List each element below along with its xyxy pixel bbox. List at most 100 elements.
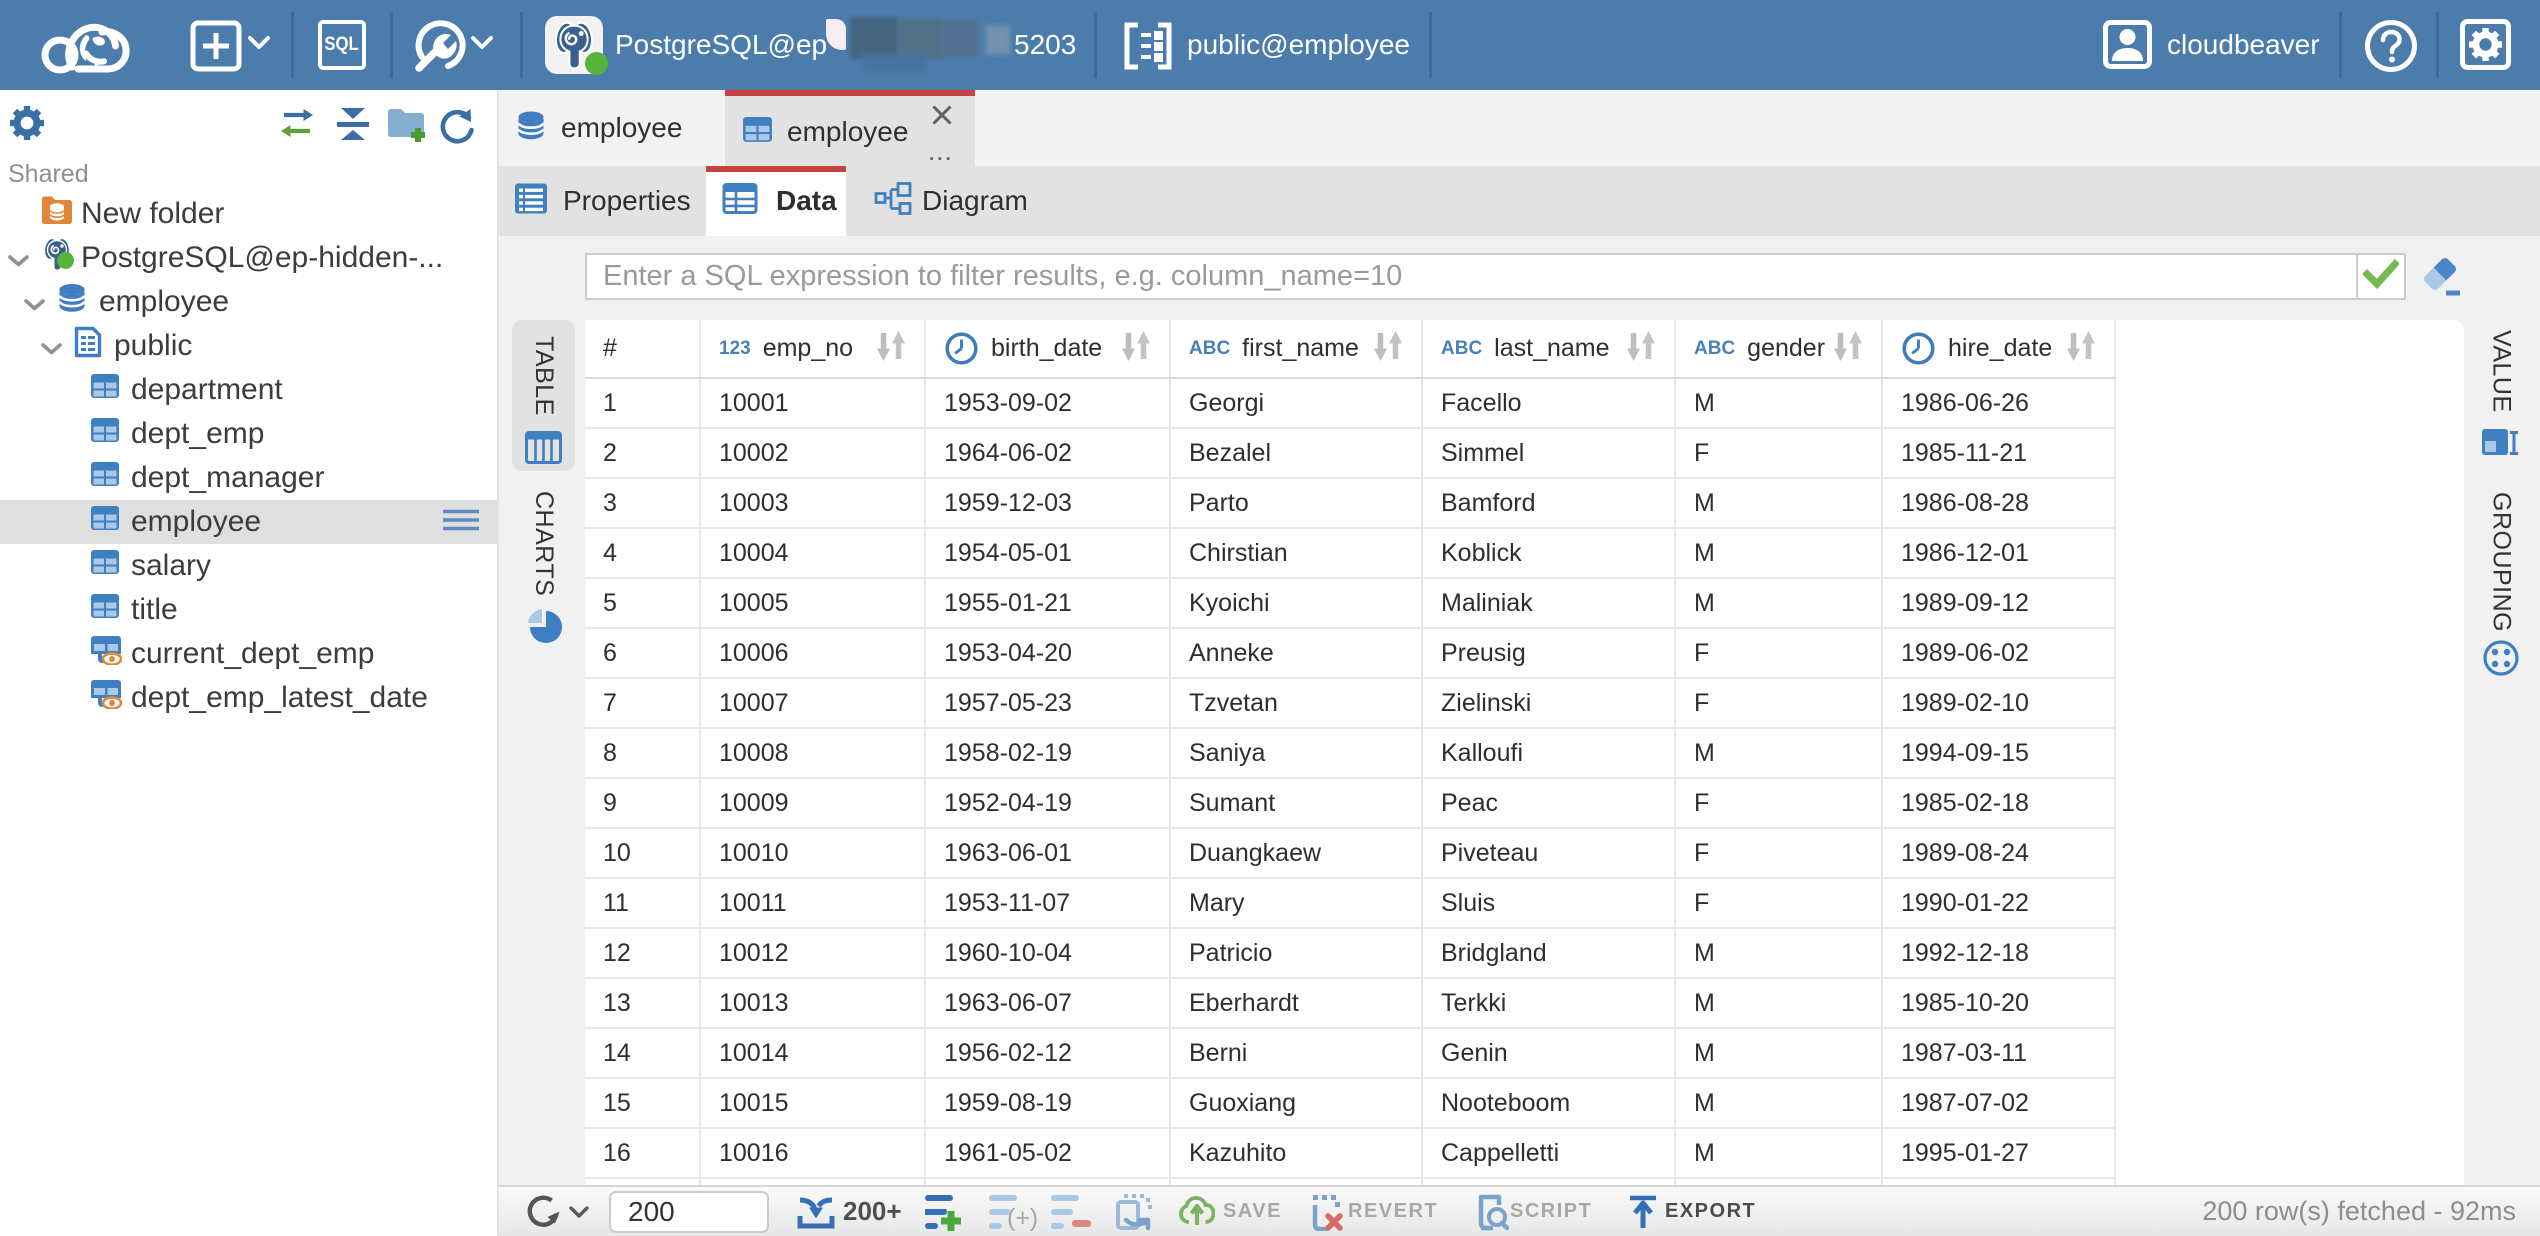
tab-more-icon[interactable]: ... — [928, 136, 953, 167]
cell[interactable]: Tzvetan — [1170, 678, 1422, 728]
cell[interactable]: 11 — [585, 878, 700, 928]
sort-icon[interactable] — [1119, 328, 1153, 369]
cell[interactable]: M — [1675, 1028, 1882, 1078]
cell[interactable]: 1961-05-02 — [925, 1128, 1170, 1178]
add-row-icon[interactable] — [924, 1187, 964, 1236]
cell[interactable]: 14 — [585, 1028, 700, 1078]
cell[interactable] — [700, 1178, 925, 1185]
tree-item-dept-manager[interactable]: dept_manager — [0, 456, 497, 500]
column-header-gender[interactable]: ABCgender — [1675, 320, 1882, 378]
column-header-birth_date[interactable]: birth_date — [925, 320, 1170, 378]
connection-name[interactable]: PostgreSQL@ep — [615, 0, 827, 90]
cell[interactable]: 1989-08-24 — [1882, 828, 2115, 878]
schema-icon[interactable] — [1122, 21, 1174, 76]
cloudbeaver-logo-icon[interactable] — [36, 10, 138, 85]
sort-icon[interactable] — [874, 328, 908, 369]
cell[interactable]: 1959-08-19 — [925, 1078, 1170, 1128]
cell[interactable]: 10008 — [700, 728, 925, 778]
cell[interactable]: Bezalel — [1170, 428, 1422, 478]
script-button[interactable]: SCRIPT — [1510, 1187, 1592, 1236]
table-row[interactable]: 14100141956-02-12BerniGeninM1987-03-11 — [585, 1028, 2115, 1078]
table-row[interactable]: 10100101963-06-01DuangkaewPiveteauF1989-… — [585, 828, 2115, 878]
cell[interactable]: 10005 — [700, 578, 925, 628]
add-folder-icon[interactable] — [385, 104, 429, 149]
collapse-all-icon[interactable] — [333, 106, 373, 147]
cell[interactable]: Piveteau — [1422, 828, 1675, 878]
chevron-down-icon[interactable] — [8, 241, 29, 275]
table-row[interactable] — [585, 1178, 2115, 1185]
cell[interactable]: 2 — [585, 428, 700, 478]
cell[interactable]: 10007 — [700, 678, 925, 728]
tree-item-public[interactable]: public — [0, 324, 497, 368]
cell[interactable]: 1963-06-01 — [925, 828, 1170, 878]
cell[interactable]: 4 — [585, 528, 700, 578]
tab-charts-presentation[interactable]: CHARTS — [512, 486, 575, 646]
tab-grouping-panel[interactable]: GROUPING — [2464, 492, 2538, 682]
fetch-more-label[interactable]: 200+ — [843, 1187, 902, 1236]
sql-filter-input[interactable] — [585, 253, 2356, 300]
cell[interactable]: 1 — [585, 378, 700, 428]
tree-item-dept-emp[interactable]: dept_emp — [0, 412, 497, 456]
cell[interactable]: 1987-03-11 — [1882, 1028, 2115, 1078]
cell[interactable]: 1992-12-18 — [1882, 928, 2115, 978]
cell[interactable]: F — [1675, 778, 1882, 828]
cell[interactable] — [1675, 1178, 1882, 1185]
cell[interactable]: 10013 — [700, 978, 925, 1028]
cell[interactable]: 3 — [585, 478, 700, 528]
cell[interactable]: 10009 — [700, 778, 925, 828]
sort-icon[interactable] — [1831, 328, 1865, 369]
chevron-down-icon[interactable] — [569, 1205, 589, 1218]
tab-data[interactable]: Data — [706, 166, 846, 236]
script-icon[interactable] — [1469, 1187, 1509, 1236]
cell[interactable]: 1958-02-19 — [925, 728, 1170, 778]
cell[interactable]: Peac — [1422, 778, 1675, 828]
cell[interactable]: 1953-11-07 — [925, 878, 1170, 928]
cell[interactable]: 9 — [585, 778, 700, 828]
refresh-results-icon[interactable] — [524, 1187, 589, 1236]
save-icon[interactable] — [1179, 1187, 1215, 1236]
cell[interactable]: Parto — [1170, 478, 1422, 528]
save-button[interactable]: SAVE — [1223, 1187, 1282, 1236]
cell[interactable]: M — [1675, 378, 1882, 428]
cell[interactable]: Simmel — [1422, 428, 1675, 478]
chevron-down-icon[interactable] — [24, 285, 45, 319]
cell[interactable]: Zielinski — [1422, 678, 1675, 728]
cell[interactable]: 1952-04-19 — [925, 778, 1170, 828]
cell[interactable]: Saniya — [1170, 728, 1422, 778]
chevron-down-icon[interactable] — [41, 329, 62, 363]
cell[interactable]: 1985-02-18 — [1882, 778, 2115, 828]
cell[interactable]: Duangkaew — [1170, 828, 1422, 878]
chevron-down-icon[interactable] — [247, 34, 271, 55]
cell[interactable]: Facello — [1422, 378, 1675, 428]
table-row[interactable]: 4100041954-05-01ChirstianKoblickM1986-12… — [585, 528, 2115, 578]
cell[interactable]: 10016 — [700, 1128, 925, 1178]
cell[interactable]: M — [1675, 1078, 1882, 1128]
cell[interactable]: Bridgland — [1422, 928, 1675, 978]
cell[interactable]: 10010 — [700, 828, 925, 878]
table-row[interactable]: 15100151959-08-19GuoxiangNooteboomM1987-… — [585, 1078, 2115, 1128]
sort-icon[interactable] — [1624, 328, 1658, 369]
table-row[interactable]: 9100091952-04-19SumantPeacF1985-02-18 — [585, 778, 2115, 828]
cell[interactable]: 1989-02-10 — [1882, 678, 2115, 728]
tree-item-employee[interactable]: employee — [0, 280, 497, 324]
cell[interactable]: M — [1675, 578, 1882, 628]
close-icon[interactable] — [929, 102, 955, 133]
help-icon[interactable] — [2364, 19, 2418, 78]
cell[interactable]: Kyoichi — [1170, 578, 1422, 628]
cell[interactable]: F — [1675, 828, 1882, 878]
tree-item-department[interactable]: department — [0, 368, 497, 412]
cell[interactable]: 10002 — [700, 428, 925, 478]
table-row[interactable]: 11100111953-11-07MarySluisF1990-01-22 — [585, 878, 2115, 928]
user-name[interactable]: cloudbeaver — [2167, 0, 2320, 90]
column-header-emp_no[interactable]: 123emp_no — [700, 320, 925, 378]
cell[interactable]: 1960-10-04 — [925, 928, 1170, 978]
cell[interactable]: Guoxiang — [1170, 1078, 1422, 1128]
sort-icon[interactable] — [1371, 328, 1405, 369]
tree-item-postgresql-ep-hidden-[interactable]: PostgreSQL@ep-hidden-... — [0, 236, 497, 280]
refresh-tree-icon[interactable] — [437, 106, 477, 151]
cell[interactable]: 15 — [585, 1078, 700, 1128]
cell[interactable]: 1964-06-02 — [925, 428, 1170, 478]
table-row[interactable]: 16100161961-05-02KazuhitoCappellettiM199… — [585, 1128, 2115, 1178]
apply-filter-button[interactable] — [2356, 253, 2406, 300]
cell[interactable]: Sumant — [1170, 778, 1422, 828]
